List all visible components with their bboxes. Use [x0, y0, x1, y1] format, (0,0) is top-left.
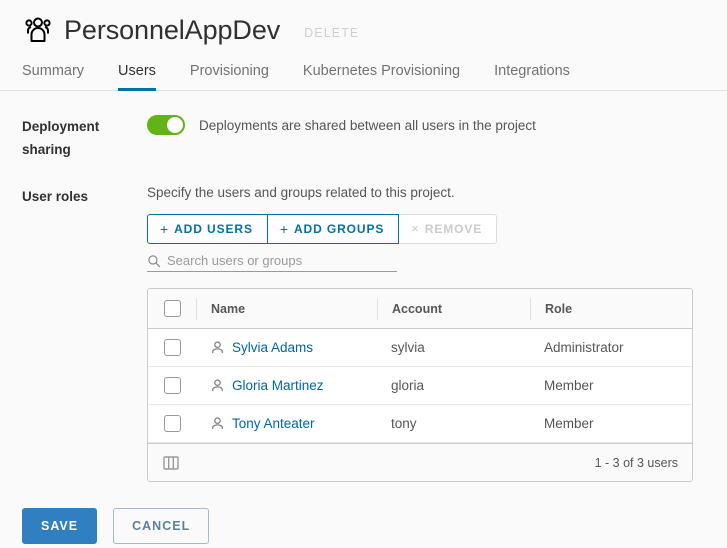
tab-panel-users: Deployment sharing Deployments are share…	[0, 115, 727, 482]
add-groups-label: ADD GROUPS	[293, 222, 385, 236]
users-group-icon	[22, 14, 54, 46]
column-header-role[interactable]: Role	[530, 297, 692, 320]
search-users-groups[interactable]	[147, 250, 397, 272]
role-value: Member	[544, 416, 594, 431]
role-value: Member	[544, 378, 594, 393]
deployment-sharing-description: Deployments are shared between all users…	[199, 117, 536, 133]
add-users-label: ADD USERS	[174, 222, 253, 236]
deployment-sharing-label: Deployment sharing	[22, 119, 100, 157]
row-select-cell	[148, 329, 196, 366]
row-select-cell	[148, 367, 196, 404]
search-icon	[147, 254, 161, 268]
cell-account: sylvia	[377, 329, 530, 366]
add-users-button[interactable]: + ADD USERS	[147, 214, 268, 244]
column-header-name[interactable]: Name	[196, 297, 377, 320]
user-roles-row: User roles Specify the users and groups …	[22, 185, 727, 482]
remove-button: × REMOVE	[399, 214, 498, 244]
plus-icon: +	[279, 221, 289, 237]
users-table: Name Account Role Sylvia Adams sylvia Ad…	[147, 288, 693, 482]
cell-role: Administrator	[530, 329, 692, 366]
deployment-sharing-toggle[interactable]	[147, 115, 185, 135]
add-groups-button[interactable]: + ADD GROUPS	[267, 214, 400, 244]
deployment-sharing-row: Deployment sharing Deployments are share…	[22, 115, 727, 161]
tab-users[interactable]: Users	[118, 57, 156, 91]
account-value: tony	[391, 416, 417, 431]
account-value: sylvia	[391, 340, 425, 355]
role-value: Administrator	[544, 340, 624, 355]
column-picker-icon[interactable]	[162, 454, 180, 472]
row-count-label: 1 - 3 of 3 users	[594, 455, 678, 470]
row-checkbox[interactable]	[163, 377, 181, 394]
delete-button[interactable]: DELETE	[304, 21, 359, 40]
page-header: PersonnelAppDev DELETE	[0, 0, 727, 56]
table-row[interactable]: Tony Anteater tony Member	[148, 405, 692, 443]
search-input[interactable]	[167, 253, 397, 268]
save-button[interactable]: SAVE	[22, 508, 98, 544]
cell-role: Member	[530, 405, 692, 442]
table-body: Sylvia Adams sylvia Administrator Gloria…	[148, 329, 692, 443]
select-all-cell	[148, 289, 196, 328]
table-header-row: Name Account Role	[148, 289, 692, 329]
remove-label: REMOVE	[424, 222, 483, 236]
select-all-checkbox[interactable]	[163, 300, 181, 317]
cell-name: Sylvia Adams	[196, 329, 377, 366]
user-icon	[210, 340, 225, 355]
cancel-button[interactable]: CANCEL	[113, 508, 210, 544]
table-row[interactable]: Sylvia Adams sylvia Administrator	[148, 329, 692, 367]
page-title: PersonnelAppDev	[64, 14, 281, 45]
plus-icon: +	[160, 221, 170, 237]
tab-summary[interactable]: Summary	[22, 57, 84, 91]
table-footer: 1 - 3 of 3 users	[148, 443, 692, 481]
tab-kubernetes-provisioning[interactable]: Kubernetes Provisioning	[303, 57, 460, 91]
cell-account: tony	[377, 405, 530, 442]
row-select-cell	[148, 405, 196, 442]
user-roles-action-buttons: + ADD USERS + ADD GROUPS × REMOVE	[147, 214, 727, 244]
user-name-link[interactable]: Gloria Martinez	[232, 378, 324, 393]
toggle-knob	[167, 117, 183, 133]
table-row[interactable]: Gloria Martinez gloria Member	[148, 367, 692, 405]
cell-role: Member	[530, 367, 692, 404]
cell-name: Gloria Martinez	[196, 367, 377, 404]
user-name-link[interactable]: Sylvia Adams	[232, 340, 313, 355]
user-roles-hint: Specify the users and groups related to …	[147, 185, 455, 200]
user-icon	[210, 378, 225, 393]
user-roles-label: User roles	[22, 189, 89, 204]
cell-account: gloria	[377, 367, 530, 404]
close-icon: ×	[411, 221, 420, 236]
user-icon	[210, 416, 225, 431]
row-checkbox[interactable]	[163, 339, 181, 356]
tab-integrations[interactable]: Integrations	[494, 57, 570, 91]
account-value: gloria	[391, 378, 425, 393]
tab-provisioning[interactable]: Provisioning	[190, 57, 269, 91]
tab-bar: Summary Users Provisioning Kubernetes Pr…	[0, 56, 727, 91]
column-header-account[interactable]: Account	[377, 297, 530, 320]
cell-name: Tony Anteater	[196, 405, 377, 442]
user-name-link[interactable]: Tony Anteater	[232, 416, 315, 431]
form-actions: SAVE CANCEL	[0, 482, 727, 544]
row-checkbox[interactable]	[163, 415, 181, 432]
